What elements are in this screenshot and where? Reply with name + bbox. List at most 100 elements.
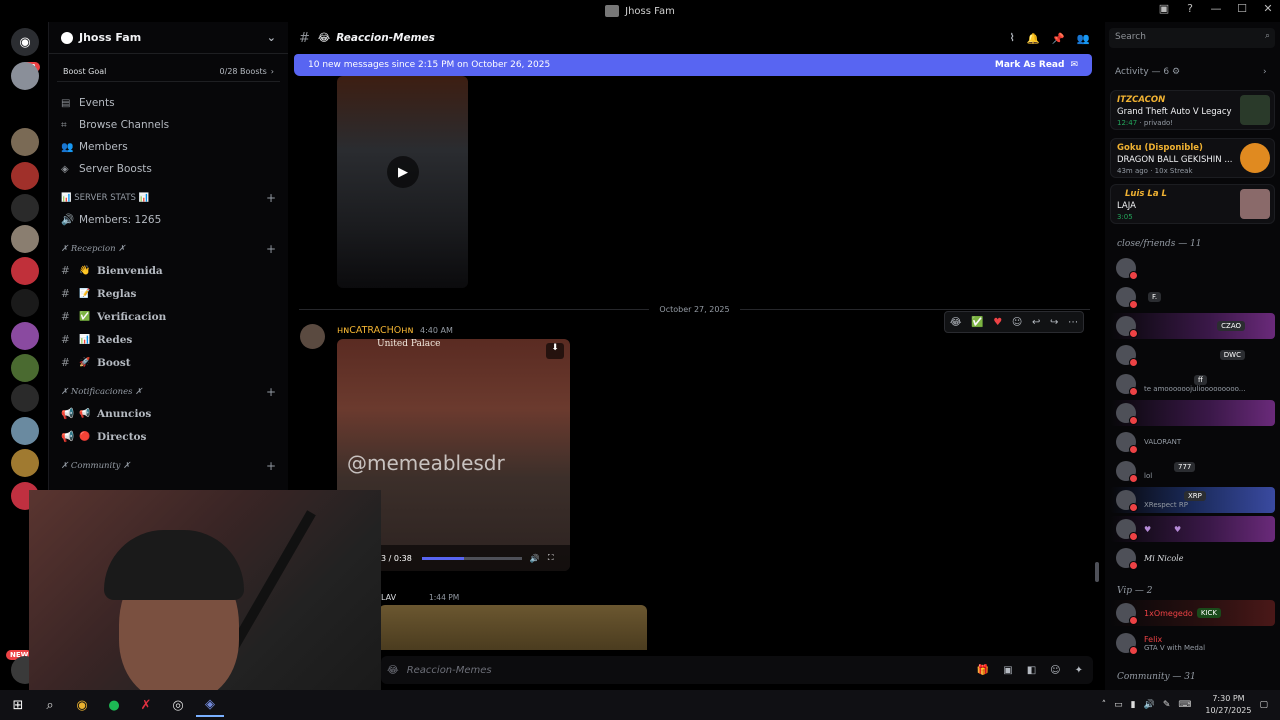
channel-verificacion[interactable]: # ✅ Verificacion [49, 305, 288, 328]
chevron-right-icon[interactable]: › [1263, 67, 1267, 77]
server-icon[interactable] [11, 354, 39, 382]
channel-bienvenida[interactable]: # 👋 Bienvenida [49, 259, 288, 282]
member-row[interactable]: F. [1110, 284, 1275, 310]
message-input[interactable]: 😂 Reaccion-Memes 🎁 ▣ ◧ ☺ ✦ [381, 656, 1093, 684]
server-icon[interactable] [11, 417, 39, 445]
clock[interactable]: 7:30 PM 10/27/2025 [1205, 693, 1251, 717]
add-reaction-icon[interactable]: ☺ [1012, 317, 1022, 328]
pin-icon[interactable]: 📌 [1052, 32, 1065, 45]
guild-header[interactable]: Jhoss Fam ⌄ [49, 22, 288, 54]
member-row[interactable]: ff te amoooooojuliooooooooo... [1110, 371, 1275, 397]
pen-icon[interactable]: ✎ [1163, 700, 1171, 710]
video-progress-bar[interactable] [421, 556, 522, 560]
member-row[interactable]: XRP XRespect RP [1110, 487, 1275, 513]
nav-members[interactable]: 👥 Members [49, 136, 288, 158]
scrollbar[interactable] [1095, 562, 1099, 582]
minimize-button[interactable]: — [1210, 2, 1222, 15]
chevron-up-icon[interactable]: ˄ [1102, 700, 1107, 710]
member-row[interactable]: CZAO [1110, 313, 1275, 339]
more-icon[interactable]: ⋯ [1068, 317, 1078, 328]
capcut-icon[interactable]: ✗ [132, 693, 160, 717]
channel-anuncios[interactable]: 📢 📢 Anuncios [49, 402, 288, 425]
member-row[interactable]: Felix GTA V with Medal [1110, 630, 1275, 656]
server-icon[interactable] [11, 257, 39, 285]
video-attachment[interactable]: ▶ [337, 76, 468, 288]
category-server-stats[interactable]: 📊 SERVER STATS 📊 + [49, 188, 288, 208]
obs-icon[interactable]: ◎ [164, 693, 192, 717]
activity-card[interactable]: ITZCACON Grand Theft Auto V Legacy 12:47… [1110, 90, 1275, 130]
discord-icon[interactable]: ◈ [196, 693, 224, 717]
emoji-picker-icon[interactable]: ☺ [1050, 665, 1060, 676]
play-icon[interactable]: ▶ [387, 156, 419, 188]
add-channel-icon[interactable]: + [266, 385, 276, 399]
category-community[interactable]: ✗ Community ✗ + [49, 456, 288, 476]
gif-icon[interactable]: ▣ [1003, 665, 1012, 676]
video-attachment[interactable] [379, 605, 647, 650]
bell-icon[interactable]: 🔔 [1027, 32, 1040, 45]
fullscreen-icon[interactable]: ⛶ [548, 553, 554, 563]
message-author[interactable]: нɴCATRACHOнɴ [337, 325, 413, 336]
apps-icon[interactable]: ✦ [1075, 665, 1083, 676]
member-row[interactable]: 1xOmegedo KICK [1110, 600, 1275, 626]
add-channel-icon[interactable]: + [266, 459, 276, 473]
gear-icon[interactable]: ⚙ [1172, 67, 1180, 77]
reaction-laugh-icon[interactable]: 😂 [950, 317, 962, 328]
category-notificaciones[interactable]: ✗ Notificaciones ✗ + [49, 382, 288, 402]
server-icon[interactable] [11, 225, 39, 253]
member-row[interactable]: VALORANT [1110, 429, 1275, 455]
server-icon[interactable] [11, 162, 39, 190]
server-icon[interactable] [11, 322, 39, 350]
network-icon[interactable]: ▭ [1114, 700, 1123, 710]
mark-as-read-button[interactable]: Mark As Read [995, 60, 1065, 70]
member-row[interactable] [1110, 255, 1275, 281]
search-icon[interactable]: ⌕ [36, 693, 64, 717]
add-channel-icon[interactable]: + [266, 242, 276, 256]
windows-start-icon[interactable]: ⊞ [4, 693, 32, 717]
sticker-icon[interactable]: ◧ [1027, 665, 1036, 676]
gift-icon[interactable]: 🎁 [977, 665, 989, 676]
keyboard-icon[interactable]: ⌨ [1178, 700, 1191, 710]
member-row[interactable]: ♥ ♥ [1110, 516, 1275, 542]
server-icon[interactable] [11, 449, 39, 477]
new-messages-banner[interactable]: 10 new messages since 2:15 PM on October… [294, 54, 1092, 76]
reaction-heart-icon[interactable]: ♥ [993, 317, 1002, 328]
volume-icon[interactable]: 🔊 [1144, 700, 1155, 710]
member-list-icon[interactable]: 👥 [1077, 32, 1090, 45]
member-row[interactable]: DWC [1110, 342, 1275, 368]
nav-events[interactable]: ▤ Events [49, 92, 288, 114]
avatar[interactable] [300, 324, 325, 349]
nav-server-boosts[interactable]: ◈ Server Boosts [49, 158, 288, 180]
threads-icon[interactable]: ⌇ [1010, 32, 1015, 45]
notification-icon[interactable]: ▢ [1259, 700, 1268, 710]
search-input[interactable]: Search ⌕ [1109, 28, 1275, 48]
chevron-down-icon[interactable]: ⌄ [267, 31, 276, 44]
channel-reglas[interactable]: # 📝 Reglas [49, 282, 288, 305]
member-row[interactable]: Mi Nicole [1110, 545, 1275, 571]
close-button[interactable]: ✕ [1262, 2, 1274, 15]
reply-icon[interactable]: ↩ [1032, 317, 1040, 328]
channel-boost[interactable]: # 🚀 Boost [49, 351, 288, 374]
help-icon[interactable]: ? [1184, 2, 1196, 15]
activity-card[interactable]: Luis La L LAJA 3:05 [1110, 184, 1275, 224]
server-icon[interactable] [11, 384, 39, 412]
channel-directos[interactable]: 📢 🔴 Directos [49, 425, 288, 448]
member-row[interactable]: 777 lol [1110, 458, 1275, 484]
channel-members-stat[interactable]: 🔊 Members: 1265 [49, 208, 288, 231]
add-channel-icon[interactable]: + [266, 191, 276, 205]
server-icon[interactable] [11, 62, 39, 90]
mic-icon[interactable]: ▮ [1131, 700, 1136, 710]
volume-icon[interactable]: 🔊 [530, 554, 540, 563]
category-recepcion[interactable]: ✗ Recepcion ✗ + [49, 239, 288, 259]
direct-messages-icon[interactable]: ◉ [11, 28, 39, 56]
channel-redes[interactable]: # 📊 Redes [49, 328, 288, 351]
spotify-icon[interactable]: ● [100, 693, 128, 717]
nav-browse-channels[interactable]: ⌗ Browse Channels [49, 114, 288, 136]
chrome-icon[interactable]: ◉ [68, 693, 96, 717]
member-row[interactable] [1110, 400, 1275, 426]
download-icon[interactable]: ⬇ [546, 343, 564, 359]
activity-header[interactable]: Activity — 6 ⚙ › [1115, 67, 1267, 77]
inbox-icon[interactable]: ▣ [1158, 2, 1170, 15]
server-icon[interactable] [11, 289, 39, 317]
server-icon[interactable] [11, 128, 39, 156]
message-author[interactable]: LAV [381, 593, 396, 602]
